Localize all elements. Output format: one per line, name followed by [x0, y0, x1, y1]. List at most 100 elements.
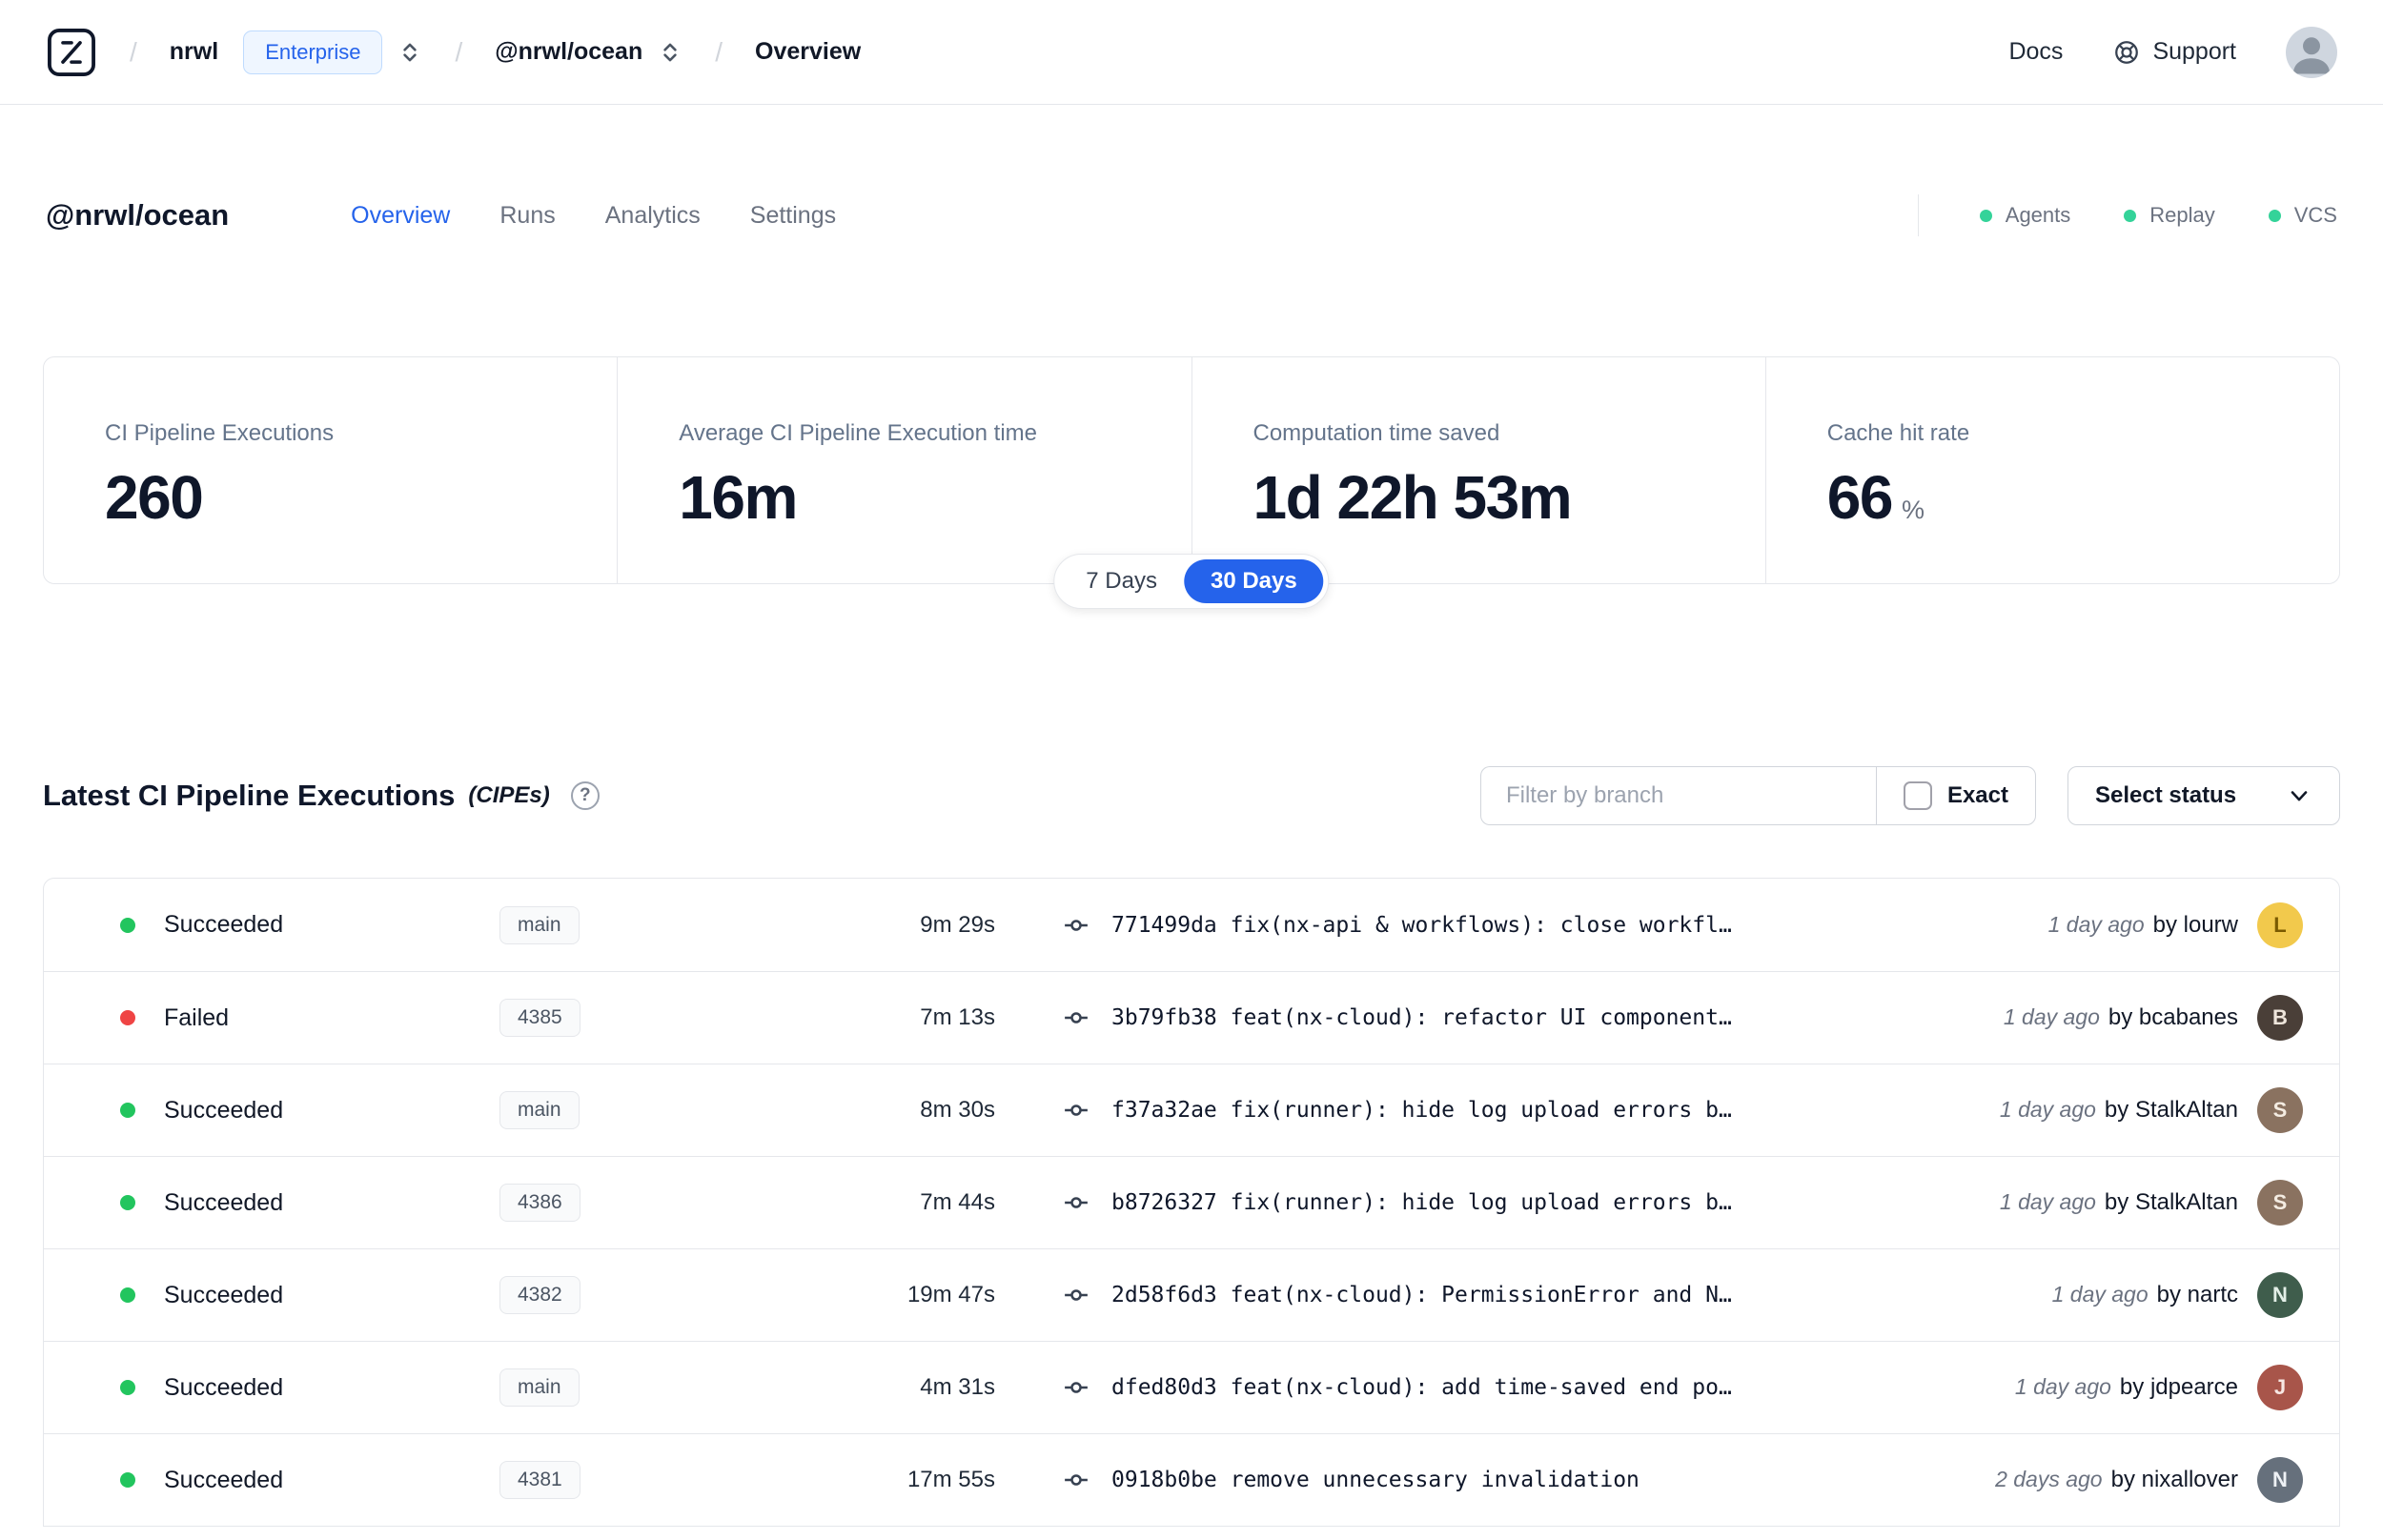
tab-settings[interactable]: Settings [750, 202, 836, 230]
row-meta: 1 day ago by nartc [2052, 1282, 2238, 1308]
author: by StalkAltan [2104, 1189, 2238, 1215]
table-row[interactable]: Failed 4385 7m 13s 3b79fb38 feat(nx-clou… [44, 971, 2339, 1064]
stats-cards: CI Pipeline Executions 260 Average CI Pi… [43, 356, 2340, 584]
exact-checkbox[interactable] [1903, 781, 1932, 810]
commit-text[interactable]: 771499da fix(nx-api & workflows): close … [1111, 913, 2026, 938]
workspace-switcher-chevron-icon[interactable] [658, 40, 682, 65]
branch-badge: 4382 [499, 1276, 580, 1314]
workspace-header: @nrwl/ocean Overview Runs Analytics Sett… [0, 194, 2383, 236]
tab-runs[interactable]: Runs [499, 202, 555, 230]
date-range-toggle: 7 Days 30 Days [1053, 554, 1330, 609]
row-meta: 1 day ago by bcabanes [2004, 1004, 2238, 1031]
stat-card-time-saved: Computation time saved 1d 22h 53m [1191, 357, 1765, 583]
exact-label[interactable]: Exact [1947, 782, 2008, 809]
green-dot-icon [2124, 209, 2137, 222]
workspace-tabs: Overview Runs Analytics Settings [351, 202, 836, 230]
status-dot-icon [120, 1010, 135, 1025]
commit-text[interactable]: 3b79fb38 feat(nx-cloud): refactor UI com… [1111, 1005, 1981, 1030]
branch-filter-input[interactable] [1479, 766, 1876, 825]
status-label: Succeeded [164, 1188, 284, 1216]
avatar: N [2257, 1272, 2303, 1318]
table-row[interactable]: Succeeded 4382 19m 47s 2d58f6d3 feat(nx-… [44, 1248, 2339, 1341]
status-item-vcs[interactable]: VCS [2268, 203, 2337, 228]
time-ago: 1 day ago [2003, 1004, 2100, 1029]
git-commit-icon [1062, 1003, 1090, 1032]
breadcrumb-workspace[interactable]: @nrwl/ocean [495, 38, 642, 66]
git-commit-icon [1062, 1281, 1090, 1309]
table-row[interactable]: Succeeded 4381 17m 55s 0918b0be remove u… [44, 1433, 2339, 1526]
table-row[interactable]: Succeeded main 8m 30s f37a32ae fix(runne… [44, 1064, 2339, 1156]
section-title-suffix: (CIPEs) [468, 782, 550, 808]
table-row[interactable]: Succeeded main 9m 29s 771499da fix(nx-ap… [44, 879, 2339, 971]
status-dot-icon [120, 917, 135, 933]
breadcrumb-separator: / [715, 36, 723, 67]
duration-label: 17m 55s [906, 1467, 995, 1492]
status-label: Succeeded [164, 911, 284, 938]
stat-value: 1d 22h 53m [1253, 463, 1573, 532]
avatar: S [2257, 1087, 2303, 1133]
branch-badge: main [499, 1091, 580, 1129]
tab-overview[interactable]: Overview [351, 202, 450, 230]
duration-label: 4m 31s [920, 1374, 995, 1400]
stat-value: 16m [679, 463, 798, 532]
branch-filter-group: Exact [1479, 766, 2036, 825]
row-meta: 1 day ago by lourw [2048, 912, 2238, 939]
breadcrumb-separator: / [455, 36, 463, 67]
time-ago: 2 days ago [1995, 1467, 2103, 1491]
branch-badge: 4381 [499, 1461, 580, 1499]
page-title: @nrwl/ocean [46, 198, 230, 232]
status-item-replay[interactable]: Replay [2124, 203, 2215, 228]
table-row[interactable]: Succeeded 4386 7m 44s b8726327 fix(runne… [44, 1156, 2339, 1248]
commit-text[interactable]: dfed80d3 feat(nx-cloud): add time-saved … [1111, 1375, 1992, 1400]
duration-label: 8m 30s [920, 1097, 995, 1123]
stat-card-avg-time: Average CI Pipeline Execution time 16m [617, 357, 1191, 583]
app-logo-icon[interactable] [46, 27, 97, 78]
org-switcher-chevron-icon[interactable] [397, 40, 422, 65]
git-commit-icon [1062, 911, 1090, 940]
time-ago: 1 day ago [2051, 1282, 2149, 1307]
breadcrumb-separator: / [130, 36, 137, 67]
stat-value: 260 [105, 463, 204, 532]
commit-text[interactable]: b8726327 fix(runner): hide log upload er… [1111, 1190, 1977, 1215]
stat-label: Cache hit rate [1826, 420, 1970, 446]
status-dot-icon [120, 1195, 135, 1210]
status-label: Succeeded [164, 1466, 284, 1493]
toggle-7-days[interactable]: 7 Days [1059, 559, 1184, 603]
help-icon[interactable]: ? [570, 781, 600, 810]
table-row[interactable]: Succeeded main 4m 31s dfed80d3 feat(nx-c… [44, 1341, 2339, 1433]
plan-badge[interactable]: Enterprise [243, 30, 383, 74]
docs-link[interactable]: Docs [2008, 38, 2063, 66]
branch-badge: 4385 [499, 999, 580, 1037]
toggle-30-days[interactable]: 30 Days [1183, 559, 1324, 603]
duration-label: 19m 47s [906, 1282, 995, 1307]
breadcrumb-page: Overview [755, 38, 862, 65]
commit-text[interactable]: 0918b0be remove unnecessary invalidation [1111, 1468, 1972, 1492]
avatar: J [2257, 1365, 2303, 1410]
git-commit-icon [1062, 1096, 1090, 1125]
green-dot-icon [2268, 209, 2281, 222]
time-ago: 1 day ago [1999, 1189, 2096, 1214]
stat-label: Average CI Pipeline Execution time [679, 420, 1038, 446]
stat-value: 66% [1826, 463, 1925, 532]
top-navbar: / nrwl Enterprise / @nrwl/ocean / Overvi… [0, 0, 2383, 105]
branch-badge: main [499, 1368, 580, 1407]
feature-status-group: Agents Replay VCS [1917, 194, 2337, 236]
commit-text[interactable]: f37a32ae fix(runner): hide log upload er… [1111, 1098, 1977, 1123]
user-avatar[interactable] [2286, 26, 2337, 78]
status-label: Succeeded [164, 1281, 284, 1308]
author: by nixallover [2110, 1467, 2238, 1492]
avatar: L [2257, 902, 2303, 948]
git-commit-icon [1062, 1188, 1090, 1217]
duration-label: 9m 29s [920, 911, 995, 938]
breadcrumb-org[interactable]: nrwl [170, 38, 218, 66]
row-meta: 1 day ago by jdpearce [2015, 1374, 2238, 1401]
status-select-dropdown[interactable]: Select status [2067, 766, 2340, 825]
time-ago: 1 day ago [1999, 1097, 2096, 1122]
row-meta: 2 days ago by nixallover [1995, 1467, 2238, 1493]
lifebuoy-icon [2112, 38, 2141, 67]
status-dot-icon [120, 1103, 135, 1118]
tab-analytics[interactable]: Analytics [605, 202, 701, 230]
commit-text[interactable]: 2d58f6d3 feat(nx-cloud): PermissionError… [1111, 1283, 2029, 1307]
status-item-agents[interactable]: Agents [1979, 203, 2070, 228]
support-link[interactable]: Support [2112, 38, 2236, 67]
